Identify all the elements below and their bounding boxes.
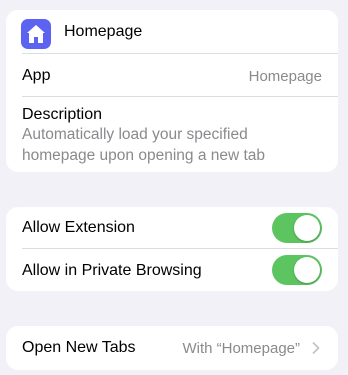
description-text: Automatically load your specified homepa… [22, 126, 266, 164]
chevron-right-icon [312, 342, 320, 354]
allow-private-browsing-toggle[interactable] [272, 255, 322, 285]
open-new-tabs-label: Open New Tabs [22, 339, 136, 356]
toggle-knob [294, 215, 320, 241]
extension-name: Homepage [64, 23, 143, 40]
app-value: Homepage [248, 68, 322, 85]
extension-info-card: Homepage App Homepage Description Automa… [6, 10, 338, 172]
allow-private-browsing-label: Allow in Private Browsing [22, 262, 202, 279]
permissions-card: Allow Extension Allow in Private Browsin… [6, 207, 338, 291]
allow-extension-toggle[interactable] [272, 213, 322, 243]
allow-extension-label: Allow Extension [22, 219, 135, 236]
description-label: Description [22, 106, 103, 123]
divider [22, 248, 338, 249]
house-icon [21, 19, 51, 49]
open-new-tabs-row[interactable]: Open New Tabs With “Homepage” [6, 326, 338, 370]
app-label: App [22, 67, 51, 84]
divider [22, 53, 338, 54]
toggle-knob [294, 257, 320, 283]
open-new-tabs-value: With “Homepage” [182, 340, 300, 357]
divider [22, 96, 338, 97]
